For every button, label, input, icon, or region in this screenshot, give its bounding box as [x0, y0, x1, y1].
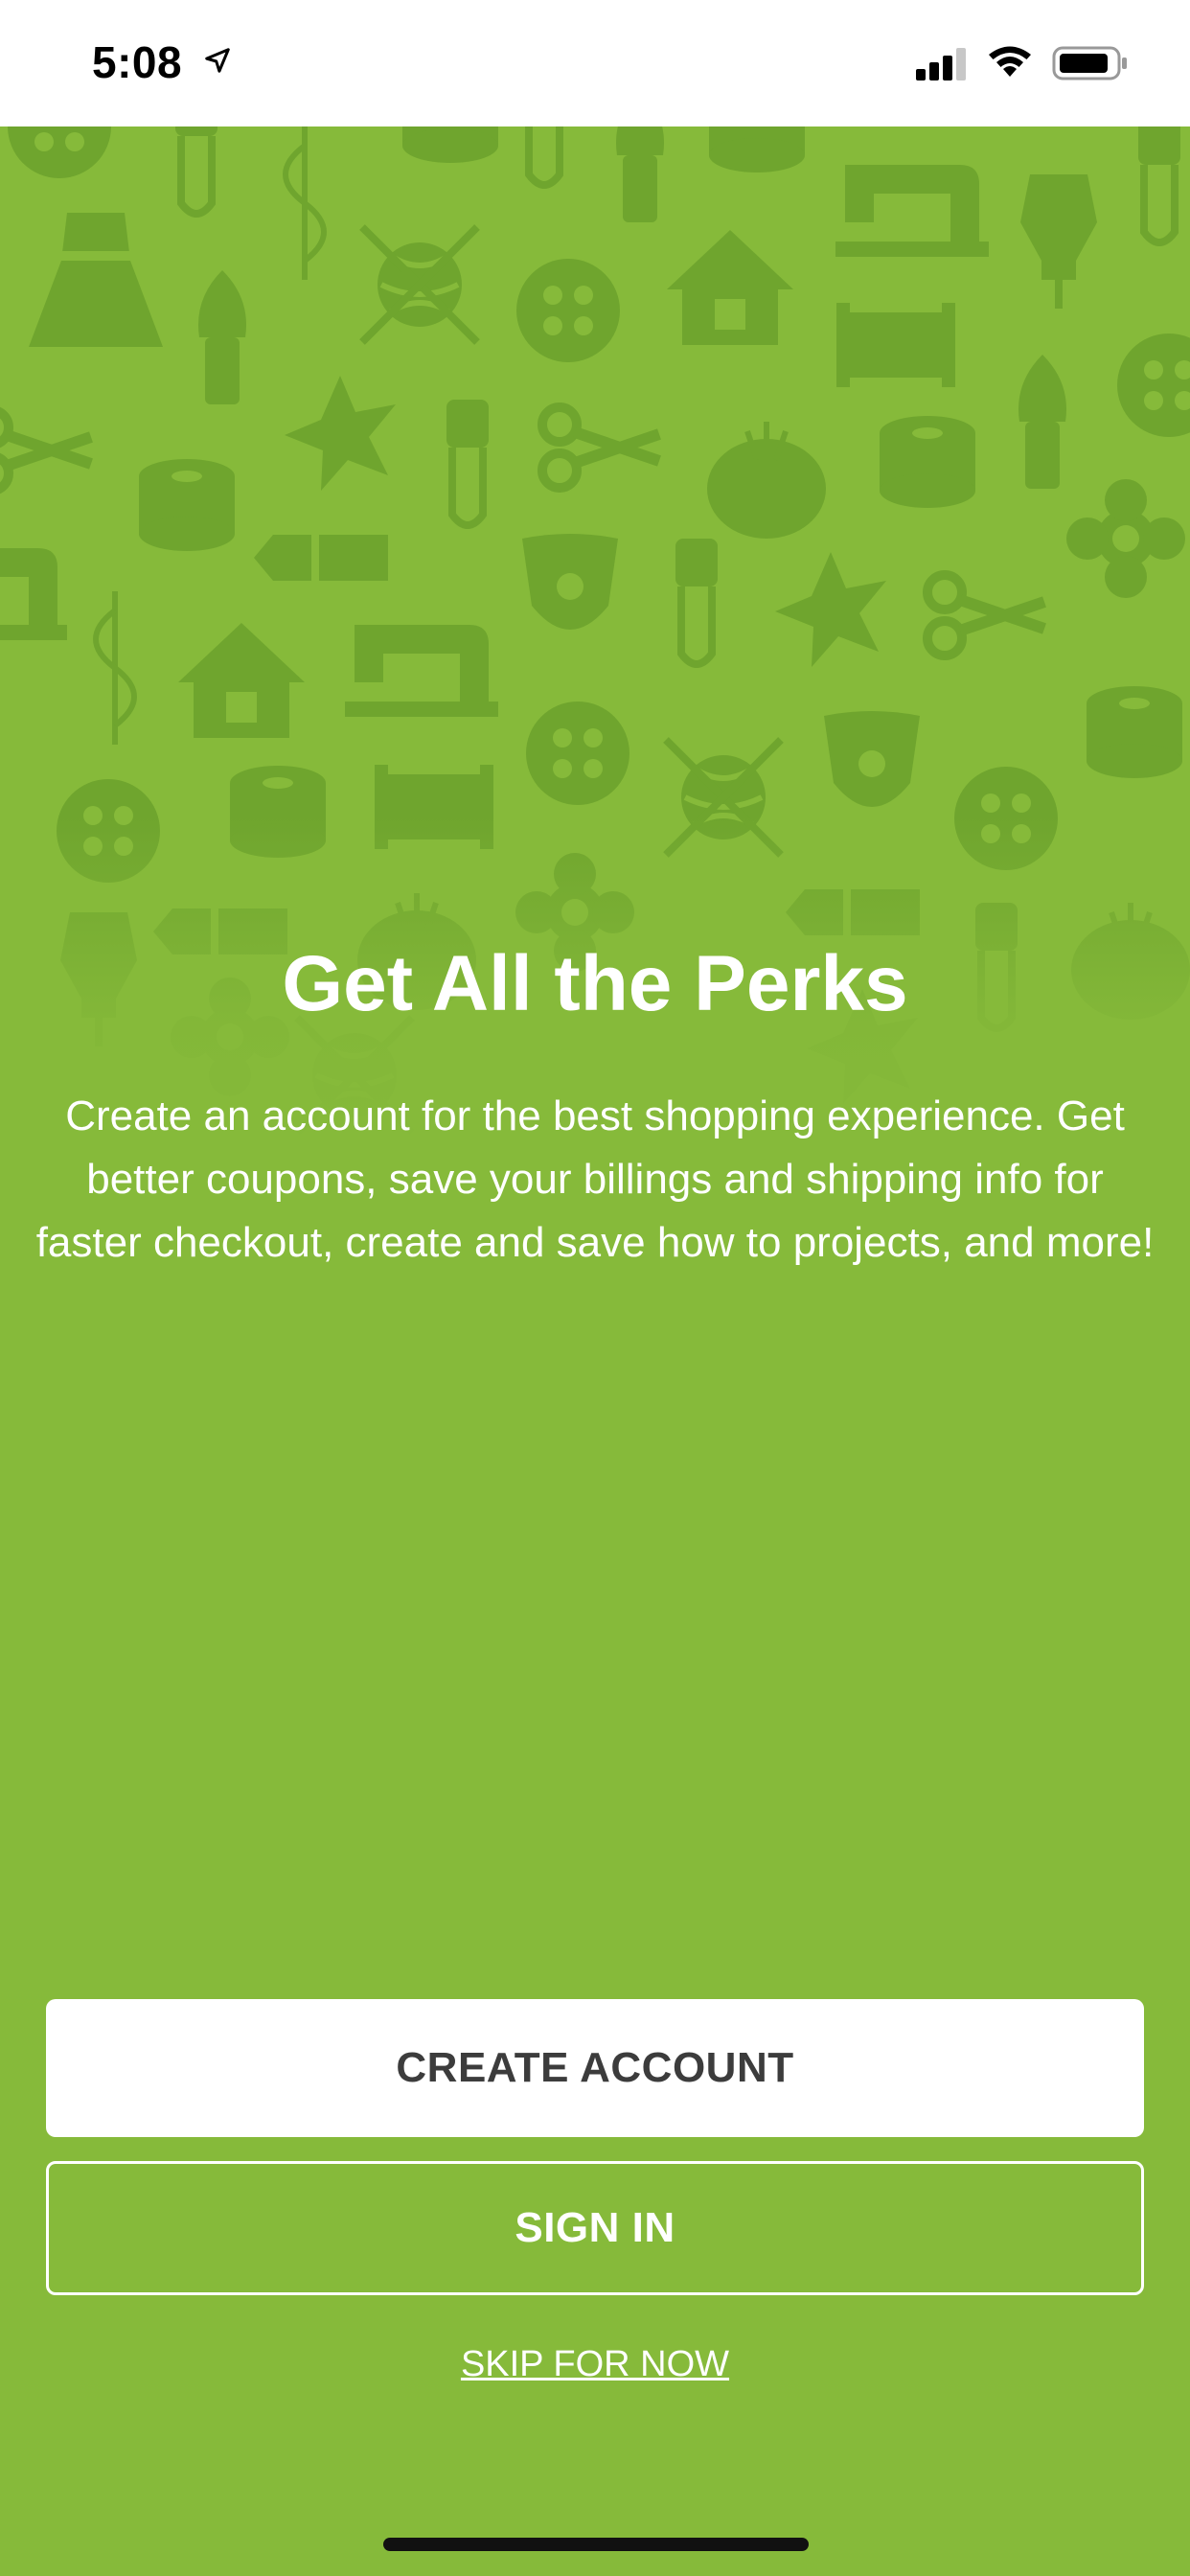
wifi-icon	[989, 46, 1031, 77]
sign-in-button[interactable]: SIGN IN	[46, 2161, 1144, 2295]
status-time: 5:08	[92, 37, 183, 87]
create-account-button[interactable]: CREATE ACCOUNT	[46, 1999, 1144, 2137]
status-bar: 5:08	[0, 0, 1190, 126]
home-indicator	[383, 2538, 809, 2551]
onboarding-screen: Get All the Perks Create an account for …	[0, 126, 1190, 2576]
location-arrow-icon	[205, 48, 230, 73]
skip-for-now-link[interactable]: SKIP FOR NOW	[0, 2344, 1190, 2385]
page-title: Get All the Perks	[282, 940, 908, 1027]
cellular-signal-icon	[916, 48, 966, 80]
battery-icon	[1052, 46, 1127, 80]
perks-description: Create an account for the best shopping …	[35, 1092, 1155, 1266]
